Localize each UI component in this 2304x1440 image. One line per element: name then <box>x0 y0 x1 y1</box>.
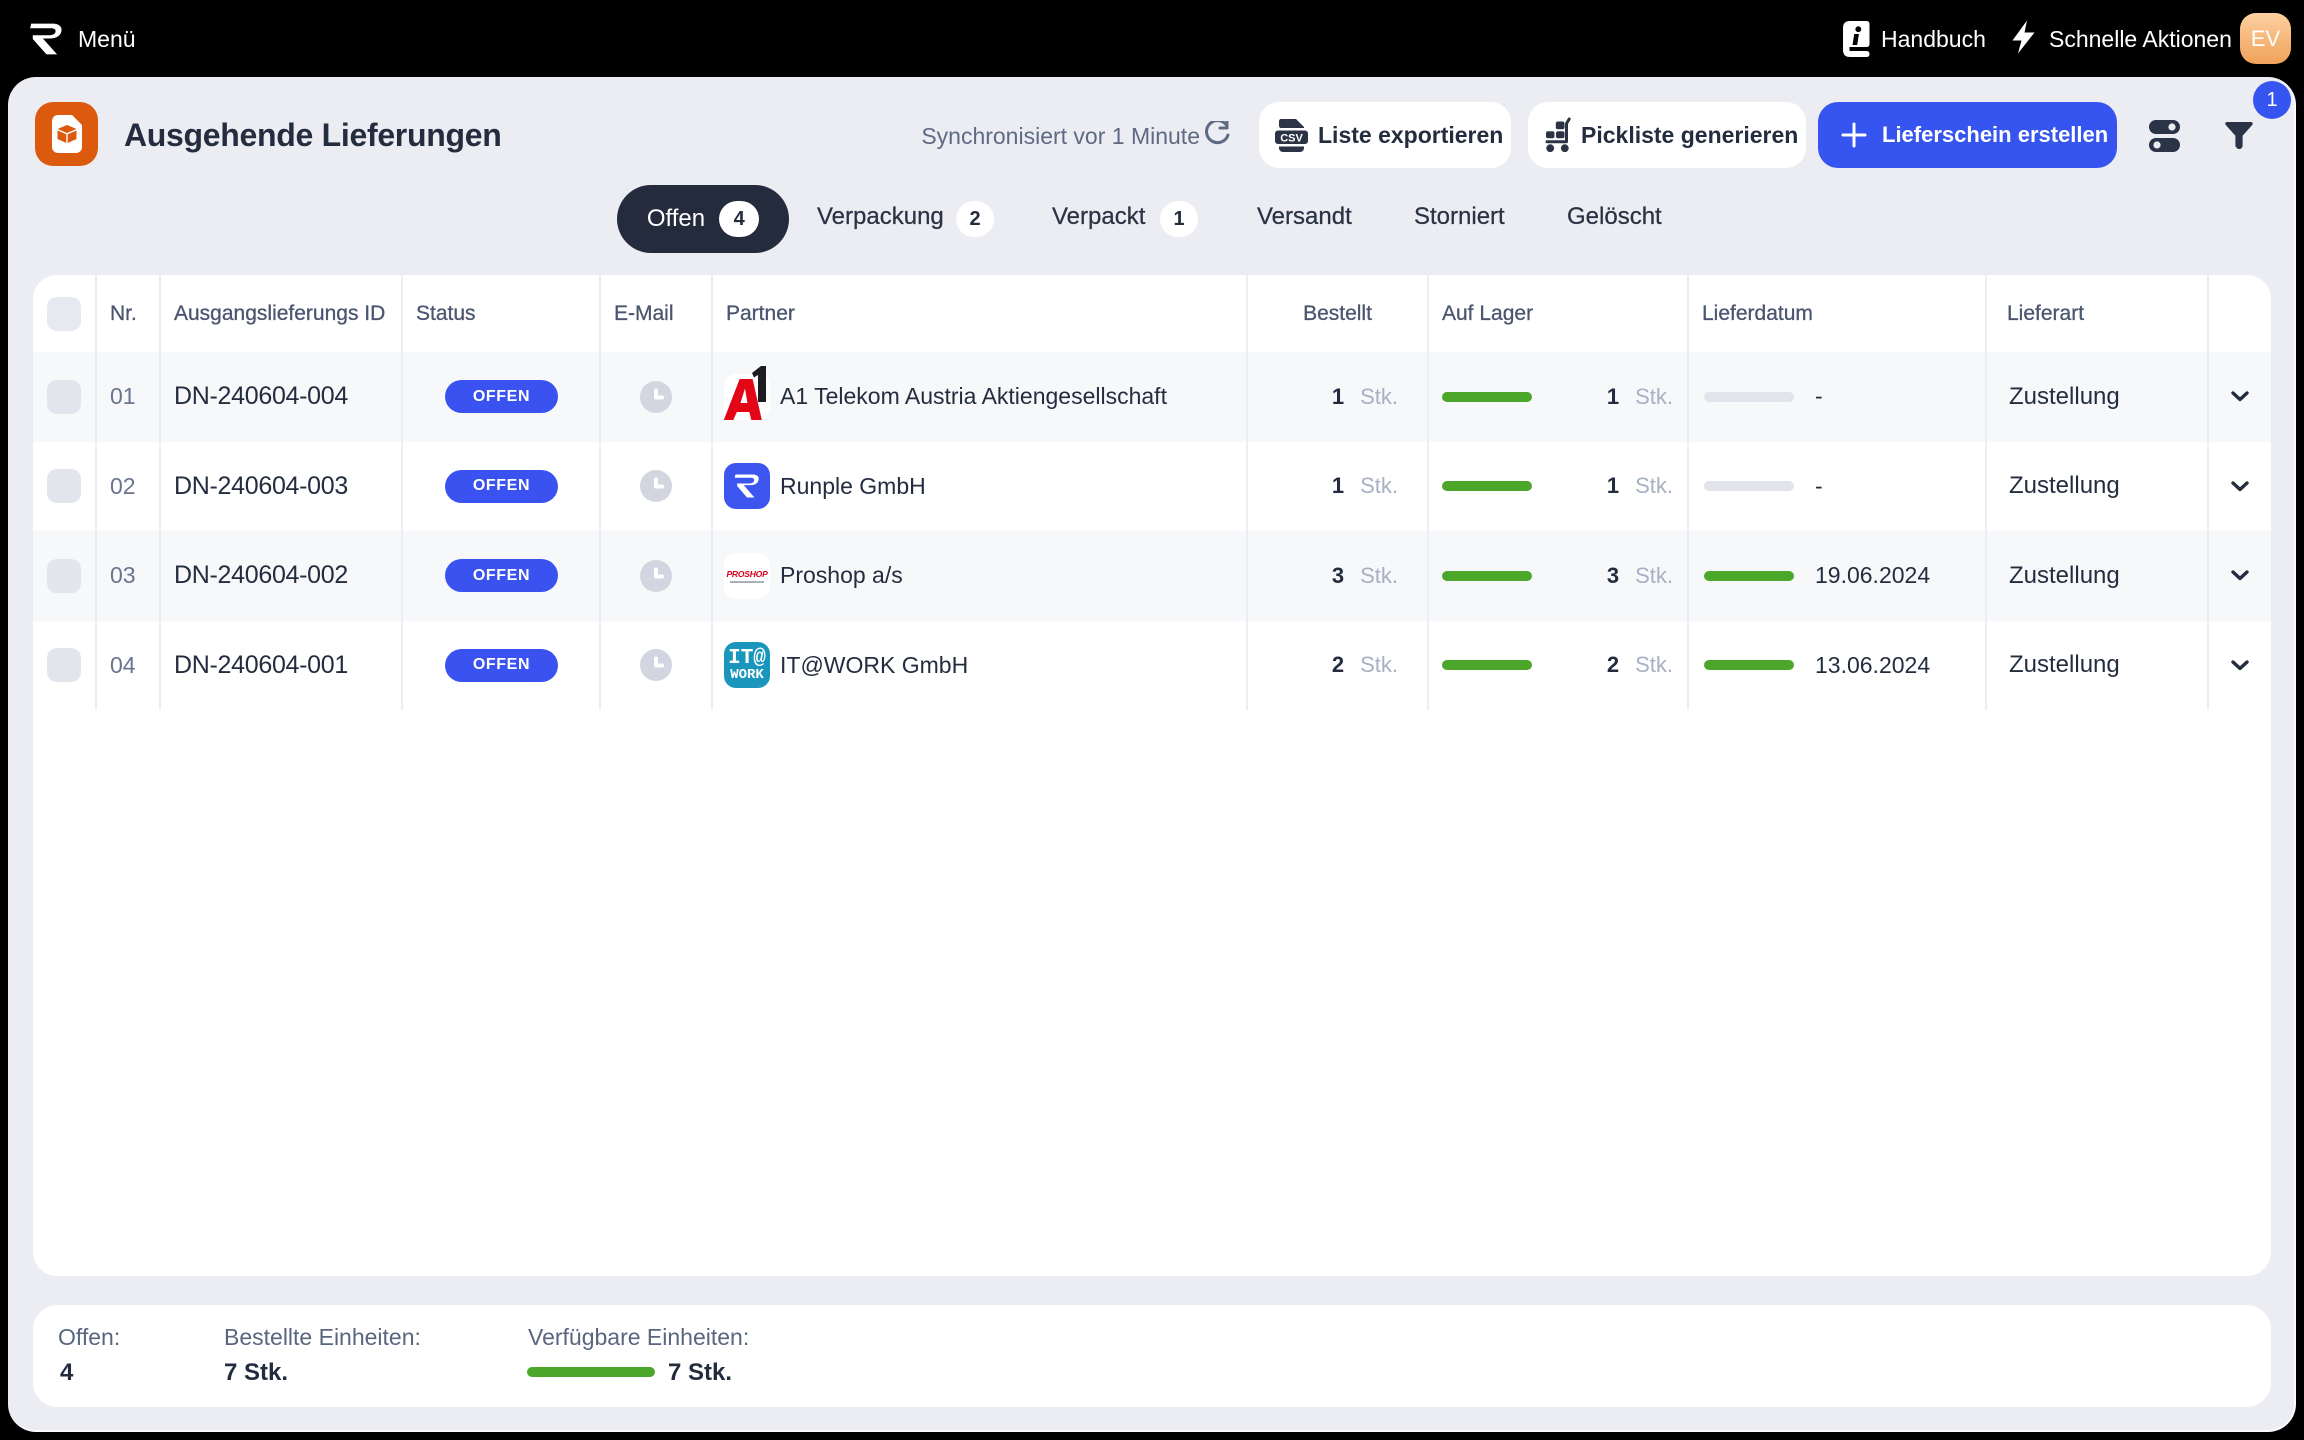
svg-text:CSV: CSV <box>1280 132 1303 144</box>
